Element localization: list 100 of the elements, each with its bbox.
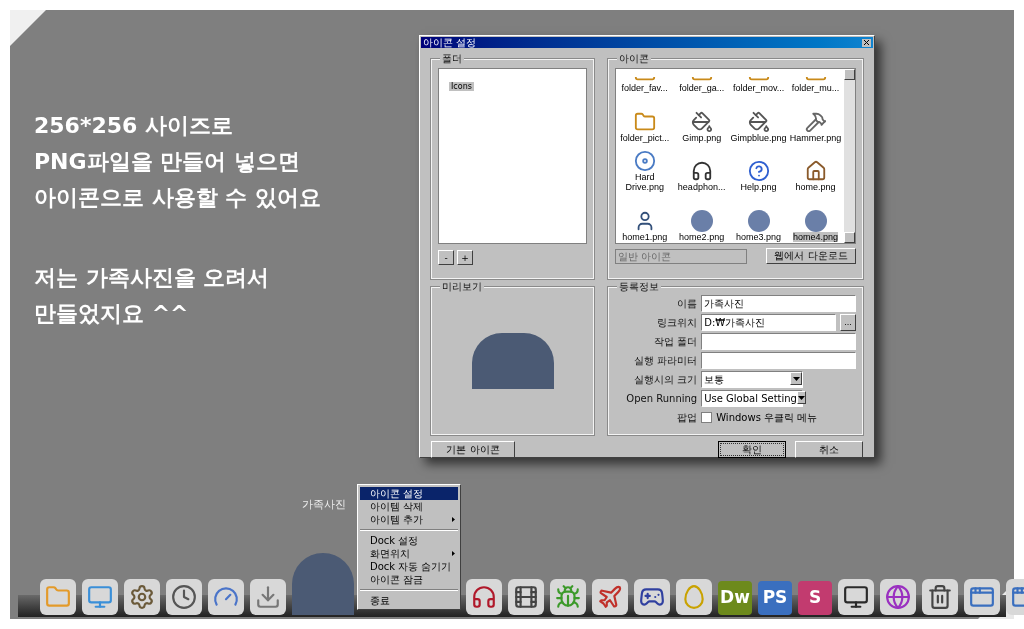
field-label: 링크위치 <box>656 316 698 330</box>
field-label: 팝업 <box>676 411 698 425</box>
clock-tile[interactable] <box>166 579 202 615</box>
field-label: 이름 <box>676 297 698 311</box>
text-field[interactable]: 가족사진 <box>701 295 856 312</box>
window-icon <box>969 584 995 610</box>
icon-label[interactable]: home1.png <box>622 231 668 242</box>
game-tile[interactable] <box>634 579 670 615</box>
icon-label[interactable]: headphon... <box>677 182 726 192</box>
cancel-button[interactable]: 취소 <box>795 441 863 458</box>
computer-icon <box>87 584 113 610</box>
download-icon <box>255 584 281 610</box>
submenu-arrow-icon <box>452 517 455 522</box>
icon-label[interactable]: home4.png <box>793 231 839 242</box>
tree-button[interactable]: - <box>438 250 454 265</box>
group-title: 미리보기 <box>440 281 484 293</box>
photo-placeholder <box>747 209 770 232</box>
download-tile[interactable] <box>250 579 286 615</box>
computer-tile[interactable] <box>82 579 118 615</box>
icon-label[interactable]: Hammer.png <box>789 132 842 143</box>
gauge-tile[interactable] <box>208 579 244 615</box>
checkbox-label: Windows 우클릭 메뉴 <box>716 411 818 425</box>
menu-item[interactable]: 화면위치 <box>360 547 458 560</box>
folder-icon <box>45 584 71 610</box>
menu-item[interactable]: 아이템 삭제 <box>360 500 458 513</box>
window-title: 아이콘 설정 <box>423 37 477 48</box>
field-label: 실행 파라미터 <box>633 354 698 368</box>
can-icon <box>690 110 713 133</box>
group-title: 등록정보 <box>617 281 662 293</box>
download-button[interactable]: 웹에서 다운로드 <box>766 248 856 264</box>
browser-icon <box>885 584 911 610</box>
default-icon-button[interactable]: 기본 아이콘 <box>431 441 515 458</box>
monitor-icon <box>843 584 869 610</box>
ok-button[interactable]: 확인 <box>718 441 786 458</box>
text-field[interactable] <box>701 352 856 369</box>
trash-icon <box>927 584 953 610</box>
gear-icon <box>129 584 155 610</box>
icon-label[interactable]: home3.png <box>736 231 782 242</box>
group-title: 폴더 <box>440 53 464 65</box>
icon-label[interactable]: Help.png <box>740 182 777 192</box>
menu-item[interactable]: 종료 <box>360 594 458 607</box>
icon-label[interactable]: home.png <box>795 182 836 192</box>
clock-icon <box>171 584 197 610</box>
photo-placeholder <box>690 209 713 232</box>
group-title: 아이콘 <box>617 53 652 65</box>
trash-tile[interactable] <box>922 579 958 615</box>
hammer-icon <box>804 110 827 133</box>
headphones-tile[interactable] <box>466 579 502 615</box>
gear-tile[interactable] <box>124 579 160 615</box>
scrollbar[interactable] <box>844 69 855 243</box>
browse-button[interactable]: ... <box>840 314 856 331</box>
menu-item[interactable]: 아이템 추가 <box>360 513 458 526</box>
tree-item[interactable]: Icons <box>449 82 474 91</box>
app-tile[interactable]: S <box>798 581 832 615</box>
disc-icon <box>633 150 656 172</box>
text-field[interactable] <box>701 333 856 350</box>
icon-label[interactable]: Gimp.png <box>682 132 722 143</box>
tree-button[interactable]: + <box>457 250 473 265</box>
icon-label[interactable]: folder_pict... <box>620 132 670 143</box>
menu-item[interactable]: Dock 설정 <box>360 534 458 547</box>
film-icon <box>513 584 539 610</box>
headphones-icon <box>690 160 713 182</box>
app-tile[interactable]: Dw <box>718 581 752 615</box>
checkbox[interactable] <box>701 412 713 423</box>
help-icon <box>747 160 770 182</box>
icon-label[interactable]: folder_mov... <box>732 83 785 93</box>
submenu-arrow-icon <box>452 551 455 556</box>
folder-tile[interactable] <box>40 579 76 615</box>
menu-item[interactable]: 아이콘 설정 <box>360 487 458 500</box>
browser-tile[interactable] <box>880 579 916 615</box>
headphones-icon <box>471 584 497 610</box>
folder-icon <box>633 110 656 133</box>
film-tile[interactable] <box>508 579 544 615</box>
monitor-tile[interactable] <box>838 579 874 615</box>
plane-tile[interactable] <box>592 579 628 615</box>
icon-label[interactable]: folder_fav... <box>621 83 668 93</box>
icon-label[interactable]: folder_ga... <box>679 83 725 93</box>
can-icon <box>747 110 770 133</box>
close-icon[interactable] <box>862 38 871 47</box>
house-icon <box>804 160 827 182</box>
caption-text: 저는 가족사진을 오려서 <box>34 264 271 292</box>
menu-item[interactable]: 아이콘 잠금 <box>360 573 458 586</box>
field-label: 실행시의 크기 <box>633 373 698 387</box>
caption-text: 256*256 사이즈로 <box>34 112 234 140</box>
page-curl-icon <box>10 10 46 46</box>
text-field[interactable]: D:₩가족사진 <box>701 314 836 331</box>
caption-text: PNG파일을 만들어 넣으면 <box>34 148 301 176</box>
photo-placeholder <box>804 209 827 232</box>
dropdown[interactable]: 보통 <box>701 371 804 388</box>
icon-label[interactable]: Gimpblue.png <box>730 132 787 143</box>
caption-text: 만들었지요 ^^ <box>34 300 190 328</box>
menu-item[interactable]: Dock 자동 숨기기 <box>360 560 458 573</box>
field-label: Open Running <box>625 392 698 406</box>
window-tile[interactable] <box>964 579 1000 615</box>
dock-item-label: 가족사진 <box>302 497 346 513</box>
icon-label[interactable]: folder_mu... <box>791 83 840 93</box>
icon-label[interactable]: Hard Drive.png <box>616 172 673 192</box>
icon-label[interactable]: home2.png <box>679 231 725 242</box>
dropdown[interactable]: Use Global Setting <box>701 390 804 407</box>
app-tile[interactable]: PS <box>758 581 792 615</box>
